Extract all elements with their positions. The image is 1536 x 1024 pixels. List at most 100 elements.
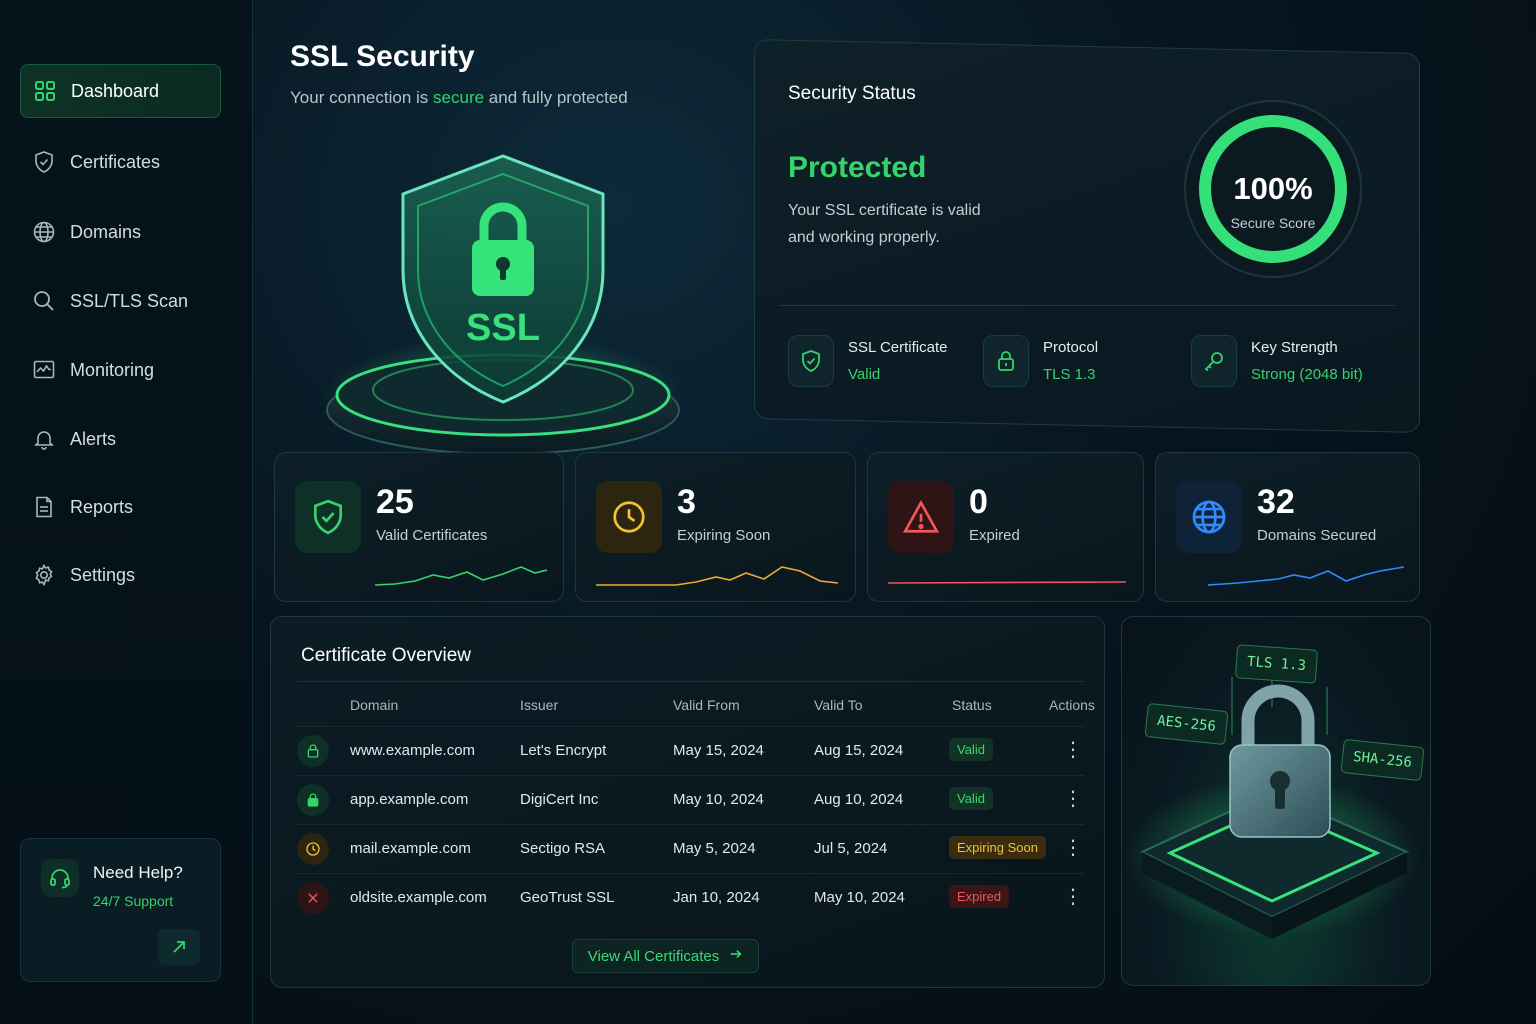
- sparkline: [596, 566, 838, 586]
- shield-check-icon: [788, 335, 834, 387]
- valid-from-cell: May 10, 2024: [673, 791, 764, 808]
- status-item-protocol: Protocol TLS 1.3: [983, 319, 1098, 403]
- sidebar-item-settings[interactable]: Settings: [20, 548, 221, 602]
- gear-icon: [32, 563, 56, 587]
- sidebar-item-label: SSL/TLS Scan: [70, 290, 189, 311]
- valid-to-cell: May 10, 2024: [814, 889, 905, 906]
- stat-label: Expiring Soon: [677, 527, 771, 544]
- ssl-badge-text: SSL: [466, 307, 540, 349]
- section-title: Certificate Overview: [301, 645, 471, 666]
- stat-card-domains-secured[interactable]: 32 Domains Secured: [1155, 452, 1420, 602]
- description-line: and working properly.: [788, 229, 940, 246]
- issuer-cell: Let's Encrypt: [520, 742, 607, 759]
- stat-label: Valid Certificates: [376, 527, 488, 544]
- stat-value: 32: [1257, 483, 1295, 521]
- stat-card-valid-certificates[interactable]: 25 Valid Certificates: [274, 452, 564, 602]
- stat-label: Domains Secured: [1257, 527, 1377, 544]
- lock-icon: [297, 784, 329, 816]
- sidebar-item-dashboard[interactable]: Dashboard: [20, 64, 221, 118]
- column-header-status: Status: [952, 697, 992, 713]
- security-description: Your SSL certificate is valid and workin…: [788, 197, 998, 251]
- column-header-actions: Actions: [1049, 697, 1095, 713]
- issuer-cell: DigiCert Inc: [520, 791, 599, 808]
- encryption-illustration: TLS 1.3 AES-256 SHA-256: [1121, 616, 1431, 986]
- status-item-value: Strong (2048 bit): [1251, 366, 1363, 383]
- security-status-card: Security Status Protected Your SSL certi…: [754, 39, 1420, 433]
- status-item-value: Valid: [848, 366, 881, 383]
- monitor-icon: [32, 358, 56, 382]
- sidebar-item-ssl-tls-scan[interactable]: SSL/TLS Scan: [20, 274, 221, 328]
- security-status-title: Security Status: [788, 83, 916, 104]
- clock-icon: [297, 833, 329, 865]
- lock-icon: [297, 735, 329, 767]
- description-line: Your SSL certificate is valid: [788, 202, 981, 219]
- valid-from-cell: May 5, 2024: [673, 840, 756, 857]
- subtitle-accent: secure: [433, 88, 485, 107]
- more-actions-icon[interactable]: ⋮: [1063, 887, 1083, 907]
- sidebar-item-label: Reports: [70, 496, 134, 517]
- sidebar-item-label: Domains: [70, 221, 142, 242]
- domain-cell: mail.example.com: [350, 840, 471, 857]
- issuer-cell: Sectigo RSA: [520, 840, 606, 857]
- help-subtitle: 24/7 Support: [93, 893, 174, 909]
- shield-illustration-icon: SSL: [323, 154, 683, 455]
- subtitle-text: Your connection is: [290, 88, 434, 107]
- status-item-label: Key Strength: [1251, 339, 1338, 356]
- stat-value: 3: [677, 483, 696, 521]
- sidebar-item-certificates[interactable]: Certificates: [20, 135, 221, 189]
- valid-from-cell: Jan 10, 2024: [673, 889, 760, 906]
- status-item-label: SSL Certificate: [848, 339, 948, 356]
- sidebar-item-alerts[interactable]: Alerts: [20, 412, 221, 466]
- status-badge: Valid: [949, 738, 993, 761]
- status-badge: Expiring Soon: [949, 836, 1046, 859]
- valid-to-cell: Aug 10, 2024: [814, 791, 904, 808]
- search-icon: [32, 289, 56, 313]
- status-badge: Expired: [949, 885, 1010, 908]
- column-header-valid-from: Valid From: [673, 697, 740, 713]
- stat-card-expired[interactable]: 0 Expired: [867, 452, 1144, 602]
- more-actions-icon[interactable]: ⋮: [1063, 789, 1083, 809]
- sidebar-item-reports[interactable]: Reports: [20, 480, 221, 534]
- warning-icon: [888, 481, 954, 553]
- sidebar-item-label: Alerts: [70, 428, 117, 449]
- divider: [779, 305, 1395, 306]
- view-all-certificates-button[interactable]: View All Certificates: [572, 939, 759, 973]
- subtitle-text-end: and fully protected: [484, 88, 628, 107]
- issuer-cell: GeoTrust SSL: [520, 889, 615, 906]
- table-row[interactable]: www.example.com Let's Encrypt May 15, 20…: [297, 726, 1084, 775]
- security-state: Protected: [788, 151, 927, 184]
- sparkline: [1208, 566, 1404, 586]
- column-header-valid-to: Valid To: [814, 697, 863, 713]
- document-icon: [32, 495, 56, 519]
- table-row[interactable]: mail.example.com Sectigo RSA May 5, 2024…: [297, 824, 1084, 873]
- page-subtitle: Your connection is secure and fully prot…: [290, 88, 628, 108]
- more-actions-icon[interactable]: ⋮: [1063, 838, 1083, 858]
- valid-to-cell: Aug 15, 2024: [814, 742, 904, 759]
- arrow-right-icon: [729, 947, 743, 965]
- help-title: Need Help?: [93, 863, 183, 882]
- help-card[interactable]: Need Help? 24/7 Support: [20, 838, 221, 982]
- status-badge: Valid: [949, 787, 993, 810]
- sidebar-item-domains[interactable]: Domains: [20, 205, 221, 259]
- stat-card-expiring-soon[interactable]: 3 Expiring Soon: [575, 452, 856, 602]
- sidebar-item-monitoring[interactable]: Monitoring: [20, 343, 221, 397]
- status-item-value: TLS 1.3: [1043, 366, 1096, 383]
- page-title: SSL Security: [290, 40, 475, 73]
- close-icon: [297, 882, 329, 914]
- more-actions-icon[interactable]: ⋮: [1063, 740, 1083, 760]
- sidebar-item-label: Settings: [70, 564, 136, 585]
- arrow-up-right-icon[interactable]: [158, 929, 200, 965]
- status-item-label: Protocol: [1043, 339, 1099, 356]
- hero-shield-illustration: SSL: [310, 140, 690, 460]
- column-header-issuer: Issuer: [520, 697, 559, 713]
- bell-icon: [32, 427, 56, 451]
- clock-icon: [596, 481, 662, 553]
- globe-icon: [32, 220, 56, 244]
- table-row[interactable]: oldsite.example.com GeoTrust SSL Jan 10,…: [297, 873, 1084, 922]
- grid-icon: [33, 79, 57, 103]
- table-row[interactable]: app.example.com DigiCert Inc May 10, 202…: [297, 775, 1084, 824]
- sidebar: Dashboard Certificates Domains SSL/TLS S…: [0, 0, 253, 1024]
- secure-score-value: 100%: [1233, 171, 1313, 206]
- stat-label: Expired: [969, 527, 1020, 544]
- domain-cell: www.example.com: [350, 742, 476, 759]
